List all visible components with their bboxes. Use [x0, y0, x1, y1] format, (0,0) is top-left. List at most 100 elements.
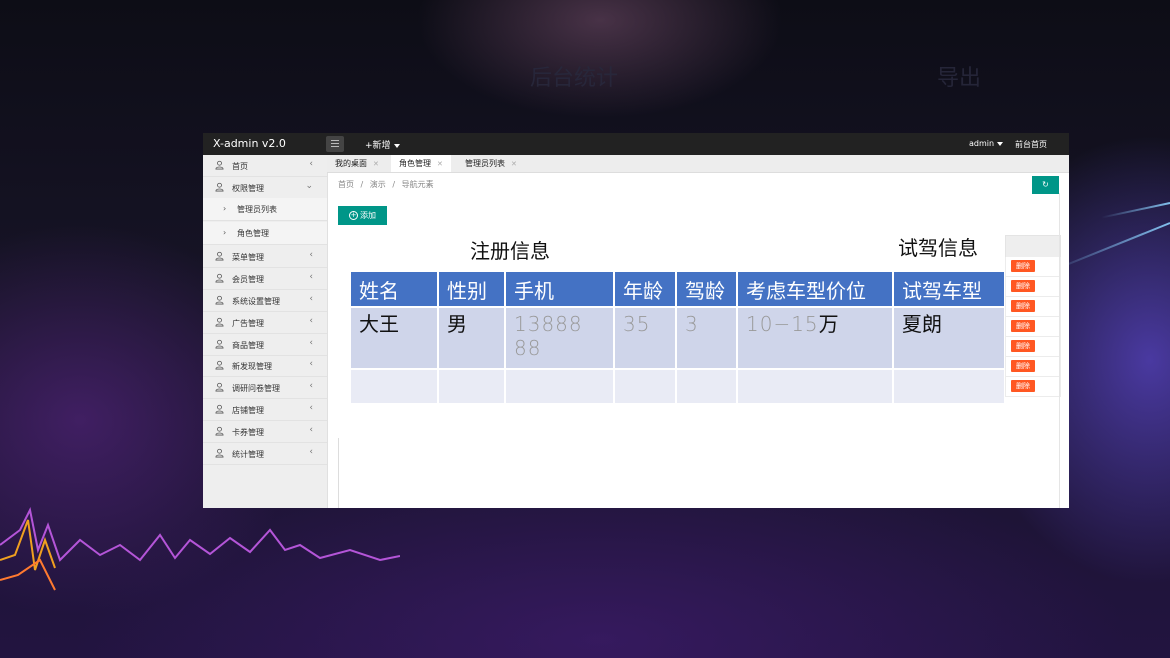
- close-icon[interactable]: ✕: [437, 160, 443, 168]
- light-streak: [1101, 202, 1170, 219]
- table-cell-empty: [894, 370, 1004, 403]
- user-menu[interactable]: admin: [969, 139, 1004, 148]
- breadcrumb-home[interactable]: 首页: [338, 180, 354, 189]
- tab-role-management[interactable]: 角色管理 ✕: [391, 155, 451, 172]
- table-row: 删除: [1005, 377, 1061, 397]
- sidebar-item[interactable]: 权限管理 ⌄: [203, 177, 327, 199]
- table-cell-empty: [615, 370, 675, 403]
- tab-admin-list[interactable]: 管理员列表 ✕: [457, 155, 525, 172]
- chevron-icon: ‹: [309, 316, 313, 326]
- menu-toggle-icon[interactable]: [326, 136, 344, 152]
- user-icon: [215, 426, 224, 436]
- new-dropdown[interactable]: +新增: [365, 138, 400, 151]
- refresh-icon: ↻: [1042, 180, 1049, 189]
- sidebar-item-label: 会员管理: [232, 275, 264, 284]
- background-title-export: 导出: [937, 66, 982, 91]
- breadcrumb: 首页 / 演示 / 导航元素: [338, 179, 438, 190]
- table-row: 删除: [1005, 337, 1061, 357]
- user-icon: [215, 339, 224, 349]
- user-icon: [215, 295, 224, 305]
- sidebar-item-label: 店铺管理: [232, 406, 264, 415]
- sidebar-item[interactable]: 菜单管理 ‹: [203, 246, 327, 268]
- user-icon: [215, 360, 224, 370]
- registration-info-title: 注册信息: [470, 239, 550, 263]
- sidebar-item[interactable]: 店铺管理 ‹: [203, 399, 327, 421]
- close-icon[interactable]: ✕: [511, 160, 517, 168]
- user-icon: [215, 404, 224, 414]
- top-bar: X-admin v2.0 +新增 admin 前台首页: [203, 133, 1069, 155]
- delete-button[interactable]: 删除: [1011, 340, 1035, 352]
- chevron-icon: ‹: [309, 425, 313, 435]
- sidebar-item[interactable]: 新发现管理 ‹: [203, 355, 327, 377]
- divider: [1059, 193, 1060, 508]
- table-cell-empty: [439, 370, 504, 403]
- tab-desktop[interactable]: 我的桌面 ✕: [327, 155, 387, 172]
- sidebar-item[interactable]: 首页 ‹: [203, 155, 327, 177]
- close-icon[interactable]: ✕: [373, 160, 379, 168]
- divider: [338, 438, 339, 508]
- chevron-icon: ‹: [309, 272, 313, 282]
- delete-button[interactable]: 删除: [1011, 320, 1035, 332]
- cell-test-model: 夏朗: [902, 312, 942, 336]
- sidebar-item[interactable]: 商品管理 ‹: [203, 334, 327, 356]
- breadcrumb-separator: /: [392, 180, 396, 189]
- cell-driving-years: 3: [685, 312, 699, 336]
- header-gender: 性别: [439, 272, 504, 306]
- sidebar-item[interactable]: 会员管理 ‹: [203, 268, 327, 290]
- delete-button[interactable]: 删除: [1011, 360, 1035, 372]
- table-cell-empty: [506, 370, 613, 403]
- header-driving-years: 驾龄: [677, 272, 736, 306]
- header-age: 年龄: [615, 272, 675, 306]
- breadcrumb-demo[interactable]: 演示: [370, 180, 386, 189]
- phone-line-2: 88: [514, 336, 542, 360]
- table-cell-empty: [677, 370, 736, 403]
- sidebar-item[interactable]: 广告管理 ‹: [203, 312, 327, 334]
- user-icon: [215, 182, 224, 192]
- sound-wave-decoration: [0, 506, 400, 591]
- sidebar-subitem[interactable]: › 管理员列表: [203, 198, 327, 221]
- table-header-remnant: [1005, 235, 1061, 259]
- front-home-link[interactable]: 前台首页: [1015, 139, 1047, 150]
- price-unit: 万: [818, 312, 839, 336]
- chevron-icon: ‹: [309, 250, 313, 260]
- sidebar-item-label: 权限管理: [232, 184, 264, 193]
- table-cell: 3: [677, 308, 736, 368]
- add-button[interactable]: + 添加: [338, 206, 387, 225]
- delete-button[interactable]: 删除: [1011, 380, 1035, 392]
- sidebar-subitem-label: 管理员列表: [237, 205, 277, 214]
- table-cell-empty: [351, 370, 437, 403]
- sidebar-item[interactable]: 系统设置管理 ‹: [203, 290, 327, 312]
- delete-button[interactable]: 删除: [1011, 260, 1035, 272]
- delete-button[interactable]: 删除: [1011, 300, 1035, 312]
- sidebar-item[interactable]: 卡券管理 ‹: [203, 421, 327, 443]
- background-title-stats: 后台统计: [530, 66, 619, 91]
- table-cell: 男: [439, 308, 504, 368]
- chevron-icon: ‹: [309, 403, 313, 413]
- header-name: 姓名: [351, 272, 437, 306]
- sidebar-item-label: 统计管理: [232, 450, 264, 459]
- user-name: admin: [969, 139, 995, 148]
- delete-button[interactable]: 删除: [1011, 280, 1035, 292]
- sidebar: 首页 ‹ 权限管理 ⌄ › 管理员列表 › 角色管理 菜单管理 ‹ 会员管理 ‹ 系统设置管理 ‹ 广告管理…: [203, 155, 328, 508]
- tab-label: 我的桌面: [335, 159, 367, 168]
- sidebar-item-label: 调研问卷管理: [232, 384, 280, 393]
- refresh-button[interactable]: ↻: [1032, 176, 1059, 194]
- cell-price-range: 10−15万: [746, 312, 839, 336]
- sidebar-item-label: 首页: [232, 162, 248, 171]
- user-icon: [215, 273, 224, 283]
- header-test-model: 试驾车型: [894, 272, 1004, 306]
- chevron-icon: ‹: [309, 359, 313, 369]
- tab-bar: 我的桌面 ✕ 角色管理 ✕ 管理员列表 ✕: [327, 155, 1069, 173]
- table-row: 删除: [1005, 317, 1061, 337]
- sidebar-item[interactable]: 调研问卷管理 ‹: [203, 377, 327, 399]
- sidebar-item-label: 广告管理: [232, 319, 264, 328]
- table-cell: 夏朗: [894, 308, 1004, 368]
- chevron-right-icon: ›: [223, 228, 227, 237]
- sidebar-item[interactable]: 统计管理 ‹: [203, 443, 327, 465]
- sidebar-item-label: 菜单管理: [232, 253, 264, 262]
- cell-phone: 13888 88: [514, 312, 583, 360]
- sidebar-subitem[interactable]: › 角色管理: [203, 222, 327, 245]
- new-dropdown-label: +新增: [365, 141, 391, 151]
- sidebar-item-label: 系统设置管理: [232, 297, 280, 306]
- table-cell: 10−15万: [738, 308, 892, 368]
